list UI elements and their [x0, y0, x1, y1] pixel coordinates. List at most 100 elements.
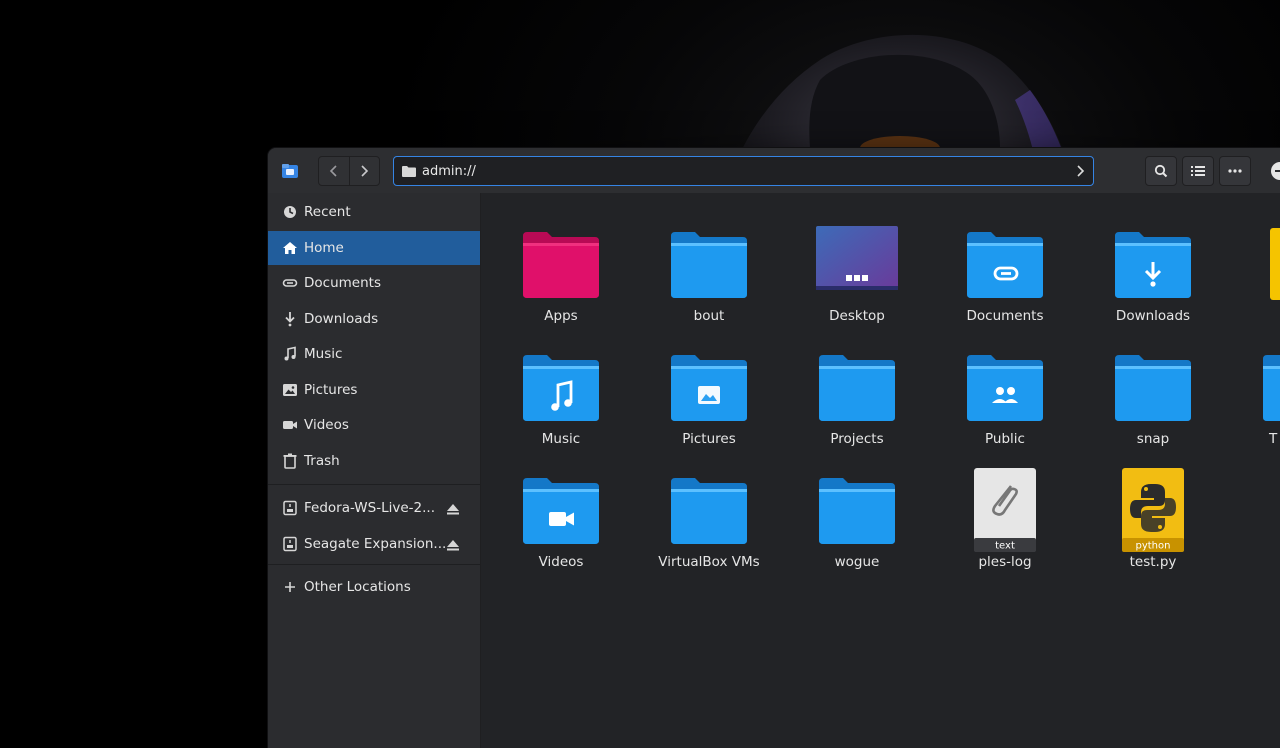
- file-item-music[interactable]: Music: [496, 331, 626, 451]
- file-item-bout[interactable]: bout: [644, 208, 774, 328]
- file-item-ples-log[interactable]: text ples-log: [940, 454, 1070, 574]
- file-item-virtualbox-vms[interactable]: VirtualBox VMs: [644, 454, 774, 574]
- folder-icon: [667, 468, 751, 552]
- file-label: Public: [985, 431, 1025, 447]
- file-label: wogue: [834, 554, 880, 570]
- sidebar-item-documents[interactable]: Documents: [268, 266, 480, 300]
- trash-icon: [282, 453, 298, 469]
- file-item-partial[interactable]: [1236, 208, 1280, 328]
- eject-icon[interactable]: [446, 501, 460, 515]
- file-item-snap[interactable]: snap: [1088, 331, 1218, 451]
- svg-text:text: text: [995, 541, 1015, 552]
- music-icon: [282, 346, 298, 362]
- folder-icon: [519, 345, 603, 429]
- folder-icon: [815, 468, 899, 552]
- folder-icon: [667, 222, 751, 306]
- file-item-apps[interactable]: Apps: [496, 208, 626, 328]
- file-item-videos[interactable]: Videos: [496, 454, 626, 574]
- home-icon: [282, 240, 298, 256]
- sidebar-item-music[interactable]: Music: [268, 337, 480, 371]
- download-icon: [282, 311, 298, 327]
- file-label: T: [1269, 431, 1278, 447]
- sidebar-item-label: Home: [304, 239, 344, 256]
- sidebar-item-recent[interactable]: Recent: [268, 195, 480, 229]
- sidebar-item-videos[interactable]: Videos: [268, 408, 480, 442]
- location-path: admin://: [422, 163, 476, 179]
- sidebar-item-label: Videos: [304, 417, 349, 433]
- folder-icon: [1111, 222, 1195, 306]
- file-item-test-py[interactable]: python test.py: [1088, 454, 1218, 574]
- sidebar-separator: [268, 484, 480, 485]
- view-list-button[interactable]: [1182, 156, 1214, 186]
- file-grid: Apps bout Desktop Documents Downloads Mu…: [481, 193, 1280, 748]
- sidebar-item-label: Other Locations: [304, 579, 411, 595]
- drive-icon: [282, 536, 298, 552]
- file-label: ples-log: [978, 554, 1032, 570]
- folder-icon: [1111, 345, 1195, 429]
- sidebar-separator: [268, 564, 480, 565]
- file-label: bout: [693, 308, 725, 324]
- sidebar-item-trash[interactable]: Trash: [268, 444, 480, 478]
- eject-icon[interactable]: [446, 537, 460, 551]
- folder-icon: [519, 222, 603, 306]
- sidebar-item-other-locations[interactable]: Other Locations: [268, 570, 480, 604]
- minimize-button[interactable]: [1264, 156, 1280, 186]
- sidebar-item-downloads[interactable]: Downloads: [268, 302, 480, 336]
- list-view-icon: [1191, 166, 1205, 176]
- file-manager-window: admin:// Recent Home Documents Downloads…: [268, 148, 1280, 748]
- path-go-button[interactable]: [1067, 165, 1093, 177]
- folder-icon: [815, 345, 899, 429]
- search-button[interactable]: [1145, 156, 1177, 186]
- file-label: Desktop: [829, 308, 885, 324]
- folder-icon: [963, 345, 1047, 429]
- clock-icon: [282, 204, 298, 220]
- file-item-documents[interactable]: Documents: [940, 208, 1070, 328]
- file-label: Pictures: [682, 431, 736, 447]
- files-app-icon: [282, 164, 298, 178]
- folder-icon: [963, 222, 1047, 306]
- sidebar-item-home[interactable]: Home: [268, 230, 480, 265]
- chevron-left-icon: [329, 165, 337, 177]
- file-item-projects[interactable]: Projects: [792, 331, 922, 451]
- plus-icon: [282, 579, 298, 595]
- file-label: Videos: [538, 554, 584, 570]
- drive-icon: [282, 500, 298, 516]
- file-label: Documents: [966, 308, 1044, 324]
- file-item-public[interactable]: Public: [940, 331, 1070, 451]
- sidebar: Recent Home Documents Downloads Music Pi…: [268, 193, 481, 748]
- file-item-desktop[interactable]: Desktop: [792, 208, 922, 328]
- menu-button[interactable]: [1219, 156, 1251, 186]
- forward-button[interactable]: [348, 157, 380, 185]
- file-label: VirtualBox VMs: [658, 554, 760, 570]
- sidebar-item-label: Pictures: [304, 381, 358, 398]
- back-button[interactable]: [319, 157, 349, 185]
- image-icon: [282, 382, 298, 398]
- folder-icon: [402, 166, 416, 177]
- file-label: snap: [1136, 431, 1170, 447]
- folder-icon: [519, 468, 603, 552]
- search-icon: [1154, 164, 1168, 178]
- file-item-pictures[interactable]: Pictures: [644, 331, 774, 451]
- folder-icon: [1259, 345, 1280, 429]
- svg-text:python: python: [1136, 541, 1171, 552]
- file-label: Music: [541, 431, 581, 447]
- file-item-wogue[interactable]: wogue: [792, 454, 922, 574]
- file-label: Projects: [830, 431, 884, 447]
- chevron-right-icon: [361, 165, 369, 177]
- python-file-icon: python: [1111, 468, 1195, 552]
- more-options-icon: [1228, 169, 1242, 173]
- sidebar-device-1[interactable]: Seagate Expansion...: [268, 527, 480, 561]
- video-icon: [282, 417, 298, 433]
- sidebar-item-label: Trash: [304, 452, 340, 469]
- file-icon: [1259, 222, 1280, 306]
- file-label: test.py: [1129, 554, 1177, 570]
- sidebar-item-pictures[interactable]: Pictures: [268, 373, 480, 407]
- sidebar-device-0[interactable]: Fedora-WS-Live-2...: [268, 491, 480, 525]
- text-file-icon: text: [963, 468, 1047, 552]
- file-item-downloads[interactable]: Downloads: [1088, 208, 1218, 328]
- location-bar[interactable]: admin://: [393, 156, 1094, 186]
- file-label: Downloads: [1115, 308, 1191, 324]
- file-label: Apps: [544, 308, 578, 324]
- sidebar-item-label: Music: [304, 346, 343, 362]
- file-item-partial[interactable]: T: [1236, 331, 1280, 451]
